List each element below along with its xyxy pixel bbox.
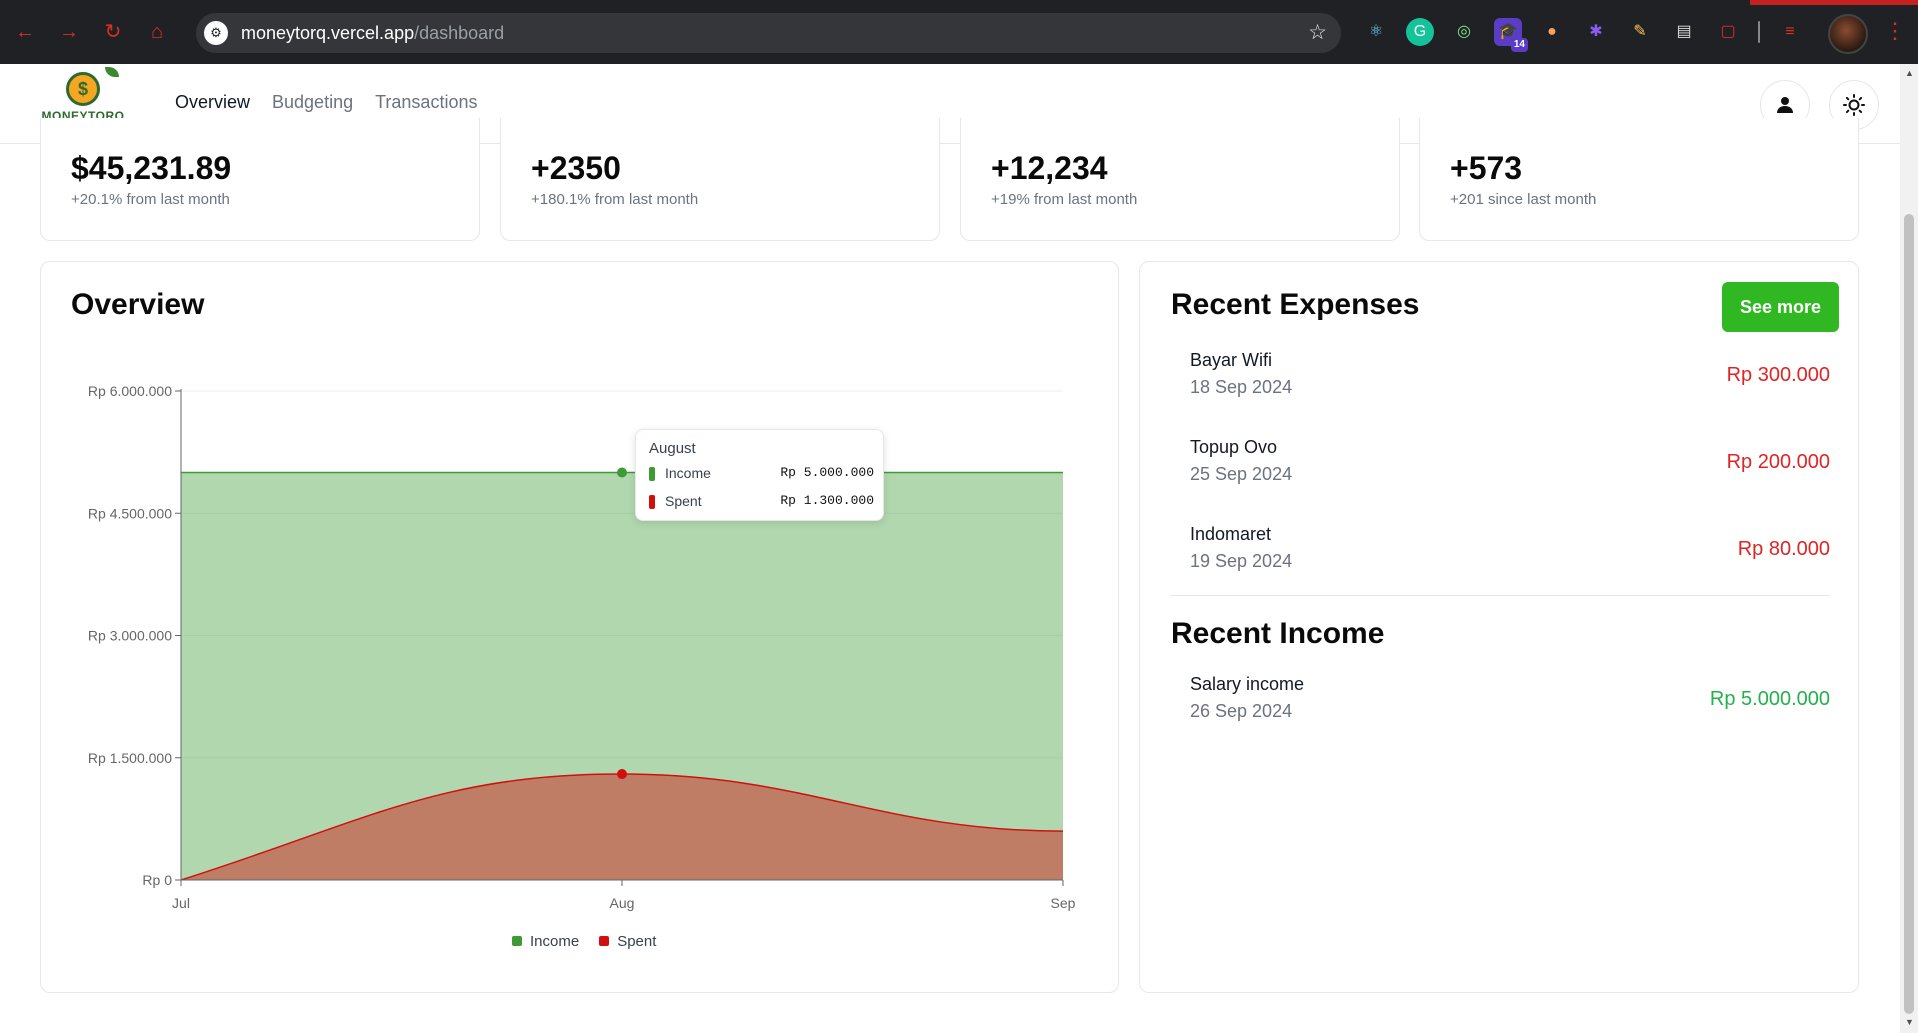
url-path: /dashboard [414, 23, 505, 43]
stat-card-subscriptions: +2350 +180.1% from last month [500, 118, 940, 241]
extensions-bar: ⚛ G ◎ 🎓 14 ● ✱ ✎ ▤ ▢ ≡ [1362, 18, 1804, 52]
stat-value: +12,234 [991, 150, 1108, 186]
browser-toolbar: ← → ↻ ⌂ ⚙ moneytorq.vercel.app/dashboard… [0, 0, 1918, 64]
tooltip-label: Income [665, 465, 711, 481]
expense-amount: Rp 200.000 [1726, 451, 1830, 473]
expense-amount: Rp 80.000 [1737, 538, 1830, 560]
legend-label: Income [530, 933, 580, 950]
pill-extension-icon[interactable]: ● [1538, 18, 1566, 46]
pen-extension-icon[interactable]: ✎ [1626, 18, 1654, 46]
chart-tooltip: August Income Rp 5.000.000 Spent Rp 1.300.… [635, 429, 884, 521]
expense-date: 25 Sep 2024 [1190, 464, 1293, 484]
income-date: 26 Sep 2024 [1190, 701, 1293, 721]
expense-item[interactable]: Bayar Wifi 18 Sep 2024 Rp 300.000 [1190, 350, 1830, 406]
scroll-down-icon[interactable]: ▼ [1905, 1017, 1914, 1027]
window-accent [1750, 0, 1918, 5]
tooltip-value: Rp 1.300.000 [780, 493, 874, 508]
profile-avatar[interactable] [1828, 14, 1868, 54]
stat-delta: +20.1% from last month [71, 191, 230, 208]
file-extension-icon[interactable]: ▤ [1670, 18, 1698, 46]
tooltip-row-spent: Spent Rp 1.300.000 [649, 493, 874, 510]
sun-icon [1843, 94, 1865, 116]
expense-amount: Rp 300.000 [1726, 364, 1830, 386]
user-icon [1777, 97, 1793, 113]
expense-date: 19 Sep 2024 [1190, 551, 1293, 571]
expense-name: Bayar Wifi [1190, 350, 1273, 370]
target-extension-icon[interactable]: ◎ [1450, 18, 1478, 46]
page-scrollbar[interactable]: ▲ ▼ [1900, 64, 1918, 1033]
recent-income-title: Recent Income [1171, 617, 1385, 650]
scroll-up-icon[interactable]: ▲ [1905, 68, 1914, 78]
legend-item-spent[interactable]: Spent [599, 933, 656, 950]
stat-delta: +201 since last month [1450, 191, 1597, 208]
overview-title: Overview [71, 288, 205, 321]
react-devtools-icon[interactable]: ⚛ [1362, 18, 1390, 46]
stat-delta: +180.1% from last month [531, 191, 699, 208]
browser-nav: ← → ↻ ⌂ [14, 20, 168, 44]
overview-panel [40, 261, 1119, 993]
stat-value: +2350 [531, 150, 621, 186]
chart-legend: Income Spent [512, 933, 656, 950]
income-name: Salary income [1190, 674, 1305, 694]
stat-value: +573 [1450, 150, 1523, 186]
bookmark-star-icon[interactable]: ☆ [1308, 20, 1327, 45]
expense-name: Indomaret [1190, 524, 1272, 544]
spent-swatch [649, 495, 655, 510]
expense-item[interactable]: Topup Ovo 25 Sep 2024 Rp 200.000 [1190, 437, 1830, 493]
back-icon[interactable]: ← [14, 20, 36, 44]
recent-expenses-title: Recent Expenses [1171, 288, 1420, 321]
tooltip-title: August [649, 440, 696, 457]
see-more-button[interactable]: See more [1722, 282, 1839, 332]
section-divider [1170, 595, 1830, 596]
reload-icon[interactable]: ↻ [102, 20, 124, 44]
url-host: moneytorq.vercel.app [241, 23, 415, 43]
site-info-icon[interactable]: ⚙ [204, 21, 228, 45]
legend-swatch [512, 936, 522, 946]
stat-card-revenue: $45,231.89 +20.1% from last month [40, 118, 480, 241]
income-swatch [649, 467, 655, 482]
scrollbar-thumb[interactable] [1904, 214, 1914, 1014]
logo-orange-icon: $ [66, 67, 119, 106]
tooltip-label: Spent [665, 493, 702, 509]
logo-leaf-icon [105, 67, 119, 77]
expense-date: 18 Sep 2024 [1190, 377, 1293, 397]
tooltip-value: Rp 5.000.000 [780, 465, 874, 480]
expense-item[interactable]: Indomaret 19 Sep 2024 Rp 80.000 [1190, 524, 1830, 580]
expense-name: Topup Ovo [1190, 437, 1278, 457]
legend-item-income[interactable]: Income [512, 933, 579, 950]
url-text[interactable]: moneytorq.vercel.app/dashboard [241, 23, 504, 44]
income-item[interactable]: Salary income 26 Sep 2024 Rp 5.000.000 [1190, 674, 1830, 730]
nav-transactions[interactable]: Transactions [375, 92, 477, 113]
graduation-cap-icon[interactable]: 🎓 14 [1494, 18, 1528, 52]
tooltip-row-income: Income Rp 5.000.000 [649, 465, 874, 482]
menu-kebab-icon[interactable]: ⋮ [1884, 18, 1906, 44]
extension-badge: 14 [1510, 38, 1528, 52]
address-bar[interactable]: ⚙ moneytorq.vercel.app/dashboard ☆ [196, 13, 1341, 53]
stat-card-sales: +12,234 +19% from last month [960, 118, 1400, 241]
nav-budgeting[interactable]: Budgeting [272, 92, 353, 113]
stat-value: $45,231.89 [71, 150, 232, 186]
legend-swatch [599, 936, 610, 946]
separator-icon [1758, 21, 1760, 43]
nav-overview[interactable]: Overview [175, 92, 250, 113]
puzzle-icon[interactable]: ▢ [1714, 18, 1742, 46]
main-nav: Overview Budgeting Transactions [175, 92, 477, 113]
legend-label: Spent [617, 933, 657, 950]
income-amount: Rp 5.000.000 [1709, 688, 1830, 710]
stat-delta: +19% from last month [991, 191, 1138, 208]
forward-icon[interactable]: → [58, 20, 80, 44]
media-extension-icon[interactable]: ≡ [1776, 18, 1804, 46]
bug-extension-icon[interactable]: ✱ [1582, 18, 1610, 46]
grammarly-icon[interactable]: G [1406, 18, 1434, 46]
home-icon[interactable]: ⌂ [146, 20, 168, 44]
stat-card-active: +573 +201 since last month [1419, 118, 1859, 241]
